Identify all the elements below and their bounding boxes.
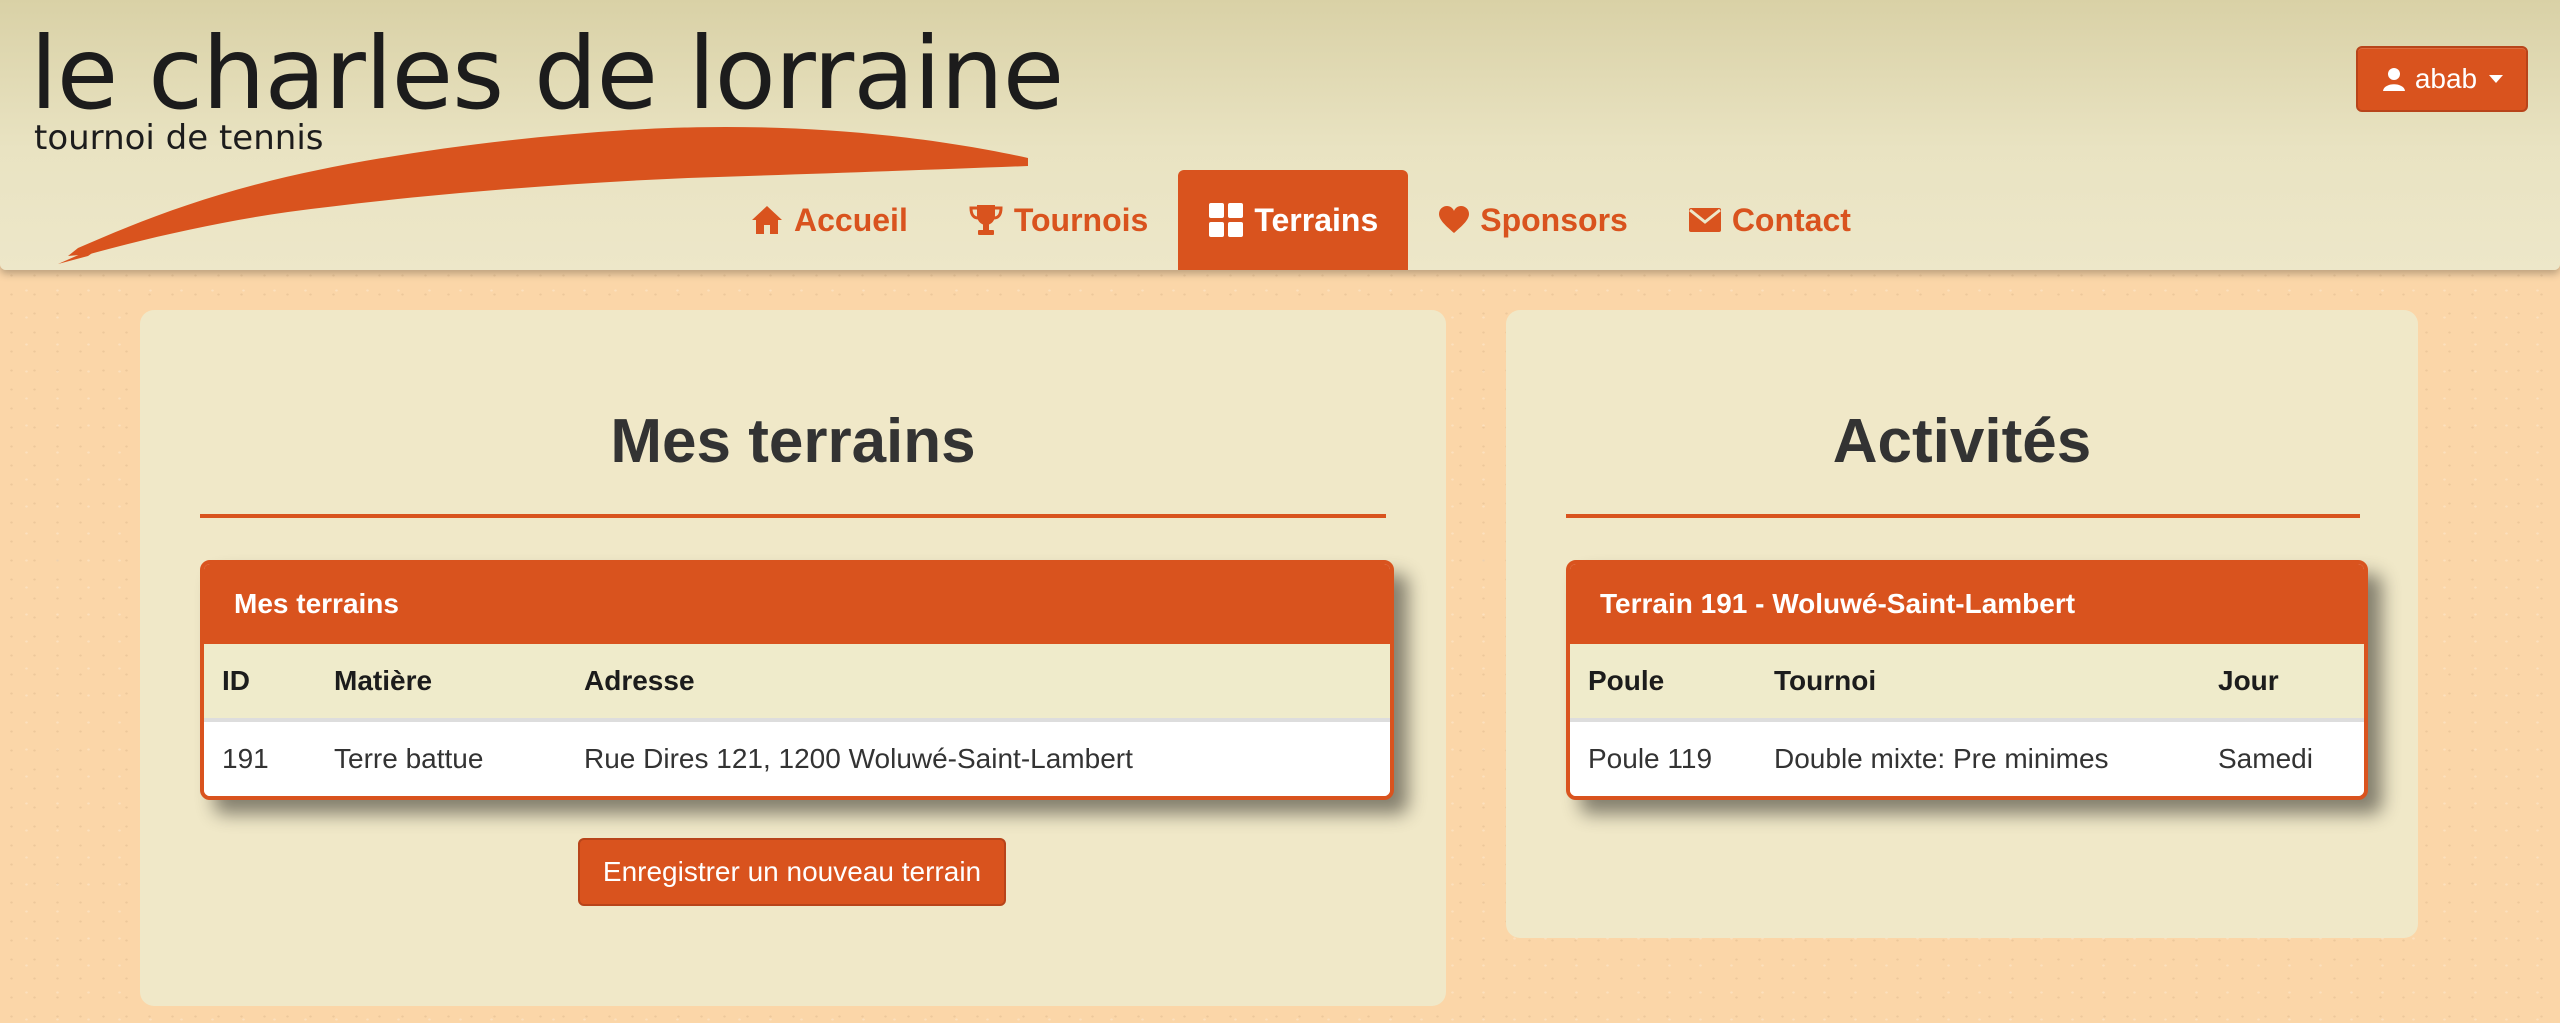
user-icon — [2381, 66, 2407, 92]
chevron-down-icon — [2489, 75, 2504, 83]
column-header-address: Adresse — [566, 644, 1390, 722]
my-fields-panel: Mes terrains Mes terrains ID Matière Adr… — [140, 310, 1446, 1006]
envelope-icon — [1688, 207, 1722, 233]
nav-item-terrains[interactable]: Terrains — [1178, 170, 1409, 270]
cell-tournament: Double mixte: Pre minimes — [1756, 720, 2200, 796]
username-label: abab — [2414, 63, 2478, 94]
title-divider — [1566, 514, 2360, 518]
register-new-field-button[interactable]: Enregistrer un nouveau terrain — [578, 838, 1006, 906]
column-header-id: ID — [204, 644, 316, 722]
trophy-icon — [968, 203, 1004, 237]
cell-id: 191 — [204, 720, 316, 796]
nav-item-sponsors[interactable]: Sponsors — [1408, 170, 1658, 270]
fields-card: Mes terrains ID Matière Adresse 191 Terr… — [200, 560, 1394, 800]
nav-item-accueil[interactable]: Accueil — [720, 170, 938, 270]
panel-title-activities: Activités — [1832, 407, 2092, 476]
column-header-tournament: Tournoi — [1756, 644, 2200, 722]
table-header-row: ID Matière Adresse — [204, 644, 1390, 722]
fields-table: ID Matière Adresse 191 Terre battue Rue … — [204, 644, 1390, 796]
nav-label-tournois: Tournois — [1013, 201, 1149, 238]
table-row[interactable]: 191 Terre battue Rue Dires 121, 1200 Wol… — [204, 720, 1390, 796]
cell-material: Terre battue — [316, 720, 566, 796]
activities-table: Poule Tournoi Jour Poule 119 Double mixt… — [1570, 644, 2364, 796]
title-divider — [200, 514, 1386, 518]
activities-card: Terrain 191 - Woluwé-Saint-Lambert Poule… — [1566, 560, 2368, 800]
column-header-day: Jour — [2200, 644, 2364, 722]
activities-panel: Activités Terrain 191 - Woluwé-Saint-Lam… — [1506, 310, 2418, 938]
nav-label-terrains: Terrains — [1254, 201, 1379, 238]
nav-item-tournois[interactable]: Tournois — [938, 170, 1179, 270]
table-row[interactable]: Poule 119 Double mixte: Pre minimes Same… — [1570, 720, 2364, 796]
nav-item-contact[interactable]: Contact — [1658, 170, 1881, 270]
heart-icon — [1438, 205, 1470, 235]
column-header-material: Matière — [316, 644, 566, 722]
logo-title: le charles de lorraine — [30, 15, 1064, 132]
column-header-pool: Poule — [1570, 644, 1756, 722]
grid-icon — [1208, 202, 1244, 238]
nav-label-contact: Contact — [1731, 201, 1851, 238]
site-header: le charles de lorraine tournoi de tennis… — [0, 0, 2560, 270]
activities-card-header: Terrain 191 - Woluwé-Saint-Lambert — [1570, 564, 2364, 644]
table-header-row: Poule Tournoi Jour — [1570, 644, 2364, 722]
nav-label-accueil: Accueil — [794, 201, 908, 238]
fields-card-header: Mes terrains — [204, 564, 1390, 644]
cell-day: Samedi — [2200, 720, 2364, 796]
user-menu-button[interactable]: abab — [2356, 46, 2528, 112]
nav-label-sponsors: Sponsors — [1480, 201, 1628, 238]
panel-title-my-fields: Mes terrains — [610, 407, 976, 476]
logo-subtitle: tournoi de tennis — [34, 118, 324, 158]
main-nav: Accueil Tournois Terrains Sponsors Conta… — [720, 170, 1881, 270]
home-icon — [750, 204, 784, 236]
cell-address: Rue Dires 121, 1200 Woluwé-Saint-Lambert — [566, 720, 1390, 796]
cell-pool: Poule 119 — [1570, 720, 1756, 796]
